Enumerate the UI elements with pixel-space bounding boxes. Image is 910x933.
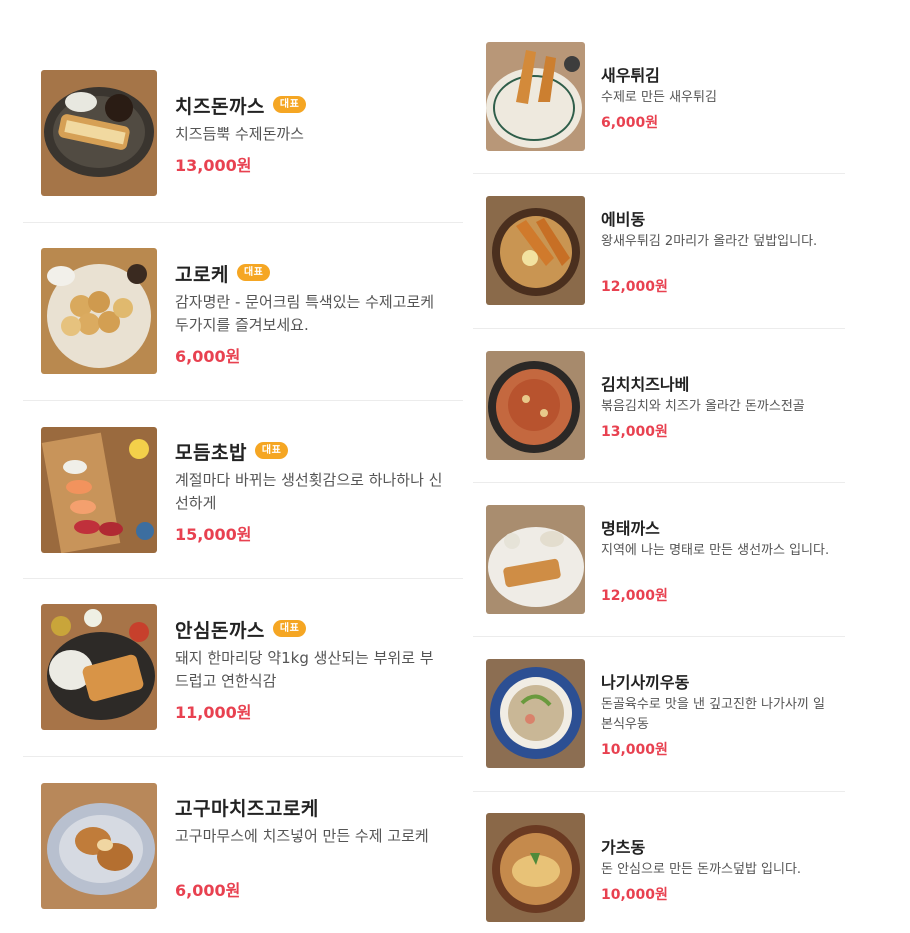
menu-item-price: 11,000원 <box>175 703 252 722</box>
menu-item[interactable]: 치즈돈까스 대표 치즈듬뿍 수제돈까스 13,000원 <box>23 55 463 223</box>
assorted-sushi-photo <box>41 427 157 553</box>
menu-item-description: 수제로 만든 새우튀김 <box>601 90 717 105</box>
menu-item-description: 돈 안심으로 만든 돈까스덮밥 입니다. <box>601 862 802 877</box>
menu-item-name: 고로케 대표 <box>175 260 271 287</box>
menu-item-description: 감자명란 - 문어크림 특색있는 수제고로케 두가지를 즐겨보세요. <box>175 293 435 334</box>
featured-badge: 대표 <box>236 264 271 281</box>
menu-item[interactable]: 새우튀김 수제로 만든 새우튀김 6,000원 <box>473 30 845 174</box>
menu-item-price: 13,000원 <box>175 156 252 175</box>
menu-item-description: 계절마다 바뀌는 생선횟감으로 하나하나 신선하게 <box>175 471 443 512</box>
menu-item[interactable]: 고로케 대표 감자명란 - 문어크림 특색있는 수제고로케 두가지를 즐겨보세요.… <box>23 223 463 401</box>
sweet-potato-cheese-croquette-photo <box>41 783 157 909</box>
menu-item-description: 왕새우튀김 2마리가 올라간 덮밥입니다. <box>601 234 818 249</box>
menu-item-description: 돈골육수로 맛을 낸 깊고진한 나가사끼 일본식우동 <box>601 697 825 732</box>
menu-item-name: 고구마치즈고로케 <box>175 798 319 820</box>
menu-item-price: 12,000원 <box>601 279 668 295</box>
menu-item-name: 치즈돈까스 대표 <box>175 92 307 119</box>
menu-item[interactable]: 명태까스 지역에 나는 명태로 만든 생선까스 입니다. 12,000원 <box>473 483 845 637</box>
menu-item-name: 가츠동 <box>601 838 646 857</box>
fried-shrimp-photo <box>486 42 585 151</box>
pollock-katsu-photo <box>486 505 585 614</box>
featured-badge: 대표 <box>272 96 307 113</box>
menu-item-description: 지역에 나는 명태로 만든 생선까스 입니다. <box>601 543 830 558</box>
menu-item-description: 볶음김치와 치즈가 올라간 돈까스전골 <box>601 399 805 414</box>
menu-item-name: 모듬초밥 대표 <box>175 438 289 465</box>
menu-item-name: 안심돈까스 대표 <box>175 616 307 643</box>
menu-item-price: 10,000원 <box>601 742 668 758</box>
menu-item[interactable]: 나기사끼우동 돈골육수로 맛을 낸 깊고진한 나가사끼 일본식우동 10,000… <box>473 637 845 792</box>
menu-item-description: 고구마무스에 치즈넣어 만든 수제 고로케 <box>175 827 429 845</box>
menu-item-name: 에비동 <box>601 210 646 229</box>
katsudon-photo <box>486 813 585 922</box>
menu-item-description: 돼지 한마리당 약1kg 생산되는 부위로 부드럽고 연한식감 <box>175 649 434 690</box>
menu-item-name: 나기사끼우동 <box>601 673 690 692</box>
menu-item-price: 12,000원 <box>601 588 668 604</box>
menu-item-price: 6,000원 <box>175 881 241 900</box>
menu-item[interactable]: 모듬초밥 대표 계절마다 바뀌는 생선횟감으로 하나하나 신선하게 15,000원 <box>23 401 463 579</box>
menu-item[interactable]: 안심돈까스 대표 돼지 한마리당 약1kg 생산되는 부위로 부드럽고 연한식감 … <box>23 579 463 757</box>
menu-item-price: 15,000원 <box>175 525 252 544</box>
featured-badge: 대표 <box>254 442 289 459</box>
tenderloin-donkatsu-photo <box>41 604 157 730</box>
ebidon-photo <box>486 196 585 305</box>
menu-item-name: 명태까스 <box>601 519 660 538</box>
featured-badge: 대표 <box>272 620 307 637</box>
menu-item[interactable]: 가츠동 돈 안심으로 만든 돈까스덮밥 입니다. 10,000원 <box>473 792 845 932</box>
nagasaki-udon-photo <box>486 659 585 768</box>
menu-item-price: 6,000원 <box>601 115 659 131</box>
menu-item-description: 치즈듬뿍 수제돈까스 <box>175 125 304 143</box>
menu-item-price: 13,000원 <box>601 424 668 440</box>
menu-item-price: 6,000원 <box>175 347 241 366</box>
menu-item-price: 10,000원 <box>601 887 668 903</box>
croquette-photo <box>41 248 157 374</box>
menu-item[interactable]: 에비동 왕새우튀김 2마리가 올라간 덮밥입니다. 12,000원 <box>473 174 845 329</box>
menu-item[interactable]: 고구마치즈고로케 고구마무스에 치즈넣어 만든 수제 고로케 6,000원 <box>23 757 463 927</box>
menu-item-name: 김치치즈나베 <box>601 375 690 394</box>
kimchi-cheese-nabe-photo <box>486 351 585 460</box>
menu-item-name: 새우튀김 <box>601 66 660 85</box>
cheese-donkatsu-photo <box>41 70 157 196</box>
menu-item[interactable]: 김치치즈나베 볶음김치와 치즈가 올라간 돈까스전골 13,000원 <box>473 329 845 483</box>
